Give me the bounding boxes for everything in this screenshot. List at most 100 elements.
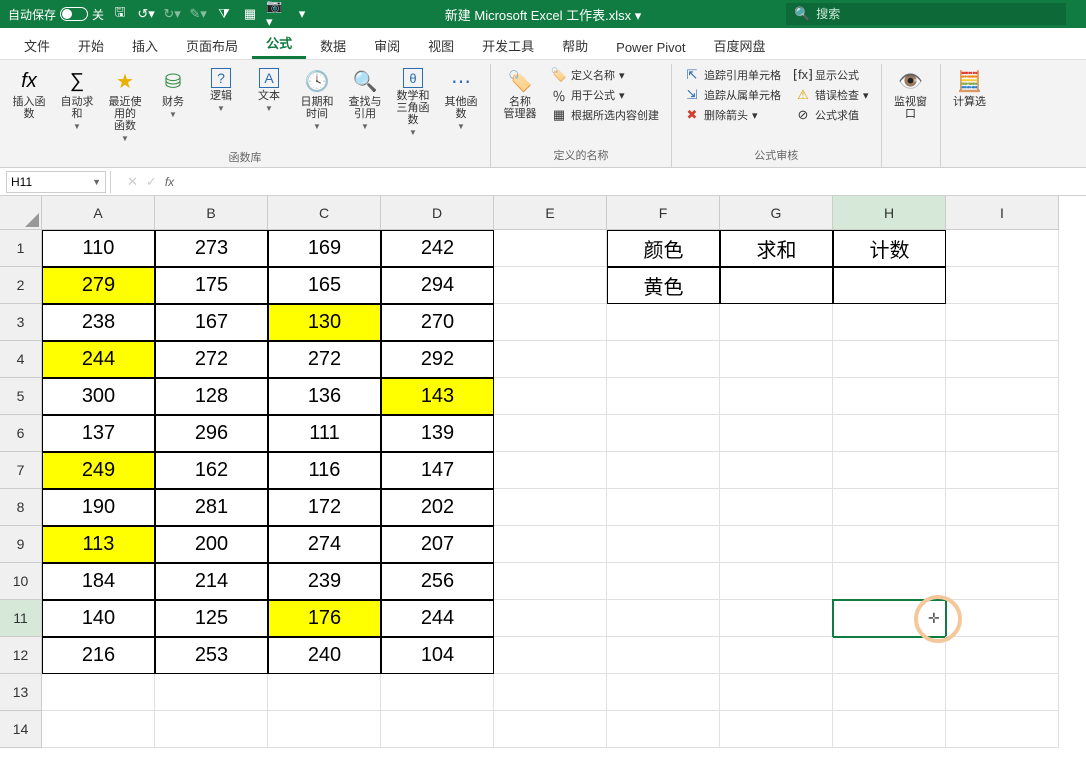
- cell-C6[interactable]: 111: [268, 415, 381, 452]
- cell-I14[interactable]: [946, 711, 1059, 748]
- row-header-5[interactable]: 5: [0, 378, 42, 415]
- cell-E13[interactable]: [494, 674, 607, 711]
- cell-F13[interactable]: [607, 674, 720, 711]
- row-header-2[interactable]: 2: [0, 267, 42, 304]
- cell-G14[interactable]: [720, 711, 833, 748]
- cell-C1[interactable]: 169: [268, 230, 381, 267]
- cell-F9[interactable]: [607, 526, 720, 563]
- cell-F7[interactable]: [607, 452, 720, 489]
- cell-E5[interactable]: [494, 378, 607, 415]
- cell-I4[interactable]: [946, 341, 1059, 378]
- cell-E12[interactable]: [494, 637, 607, 674]
- autosum-button[interactable]: ∑ 自动求和 ▼: [54, 64, 100, 135]
- lookup-button[interactable]: 🔍 查找与引用 ▼: [342, 64, 388, 135]
- cell-G6[interactable]: [720, 415, 833, 452]
- column-header-D[interactable]: D: [381, 196, 494, 230]
- name-box[interactable]: H11 ▼: [6, 171, 106, 193]
- cell-G9[interactable]: [720, 526, 833, 563]
- remove-arrows-button[interactable]: ✖删除箭头 ▾: [682, 106, 783, 124]
- cell-E11[interactable]: [494, 600, 607, 637]
- datetime-button[interactable]: 🕓 日期和时间 ▼: [294, 64, 340, 135]
- cell-H1[interactable]: 计数: [833, 230, 946, 267]
- cell-E2[interactable]: [494, 267, 607, 304]
- cell-G1[interactable]: 求和: [720, 230, 833, 267]
- cell-D14[interactable]: [381, 711, 494, 748]
- cell-D5[interactable]: 143: [381, 378, 494, 415]
- cell-G11[interactable]: [720, 600, 833, 637]
- cell-B2[interactable]: 175: [155, 267, 268, 304]
- search-input[interactable]: [816, 7, 1058, 21]
- trace-dependents-button[interactable]: ⇲追踪从属单元格: [682, 86, 783, 104]
- cell-A1[interactable]: 110: [42, 230, 155, 267]
- define-name-button[interactable]: 🏷️定义名称 ▾: [549, 66, 661, 84]
- accept-formula-icon[interactable]: ✓: [146, 174, 157, 190]
- cell-D1[interactable]: 242: [381, 230, 494, 267]
- cell-I1[interactable]: [946, 230, 1059, 267]
- cell-H7[interactable]: [833, 452, 946, 489]
- cell-F2[interactable]: 黄色: [607, 267, 720, 304]
- cell-E8[interactable]: [494, 489, 607, 526]
- cell-E6[interactable]: [494, 415, 607, 452]
- cell-D8[interactable]: 202: [381, 489, 494, 526]
- name-manager-button[interactable]: 🏷️ 名称 管理器: [497, 64, 543, 124]
- cell-F11[interactable]: [607, 600, 720, 637]
- column-header-A[interactable]: A: [42, 196, 155, 230]
- trace-precedents-button[interactable]: ⇱追踪引用单元格: [682, 66, 783, 84]
- column-header-B[interactable]: B: [155, 196, 268, 230]
- cancel-formula-icon[interactable]: ✕: [127, 174, 138, 190]
- cell-I11[interactable]: [946, 600, 1059, 637]
- recent-functions-button[interactable]: ★ 最近使用的 函数 ▼: [102, 64, 148, 147]
- select-all-corner[interactable]: [0, 196, 42, 230]
- tab-数据[interactable]: 数据: [306, 30, 360, 59]
- cell-B4[interactable]: 272: [155, 341, 268, 378]
- column-header-H[interactable]: H: [833, 196, 946, 230]
- tab-开始[interactable]: 开始: [64, 30, 118, 59]
- cell-F4[interactable]: [607, 341, 720, 378]
- cell-B12[interactable]: 253: [155, 637, 268, 674]
- row-header-13[interactable]: 13: [0, 674, 42, 711]
- cell-D7[interactable]: 147: [381, 452, 494, 489]
- cell-E10[interactable]: [494, 563, 607, 600]
- cell-B3[interactable]: 167: [155, 304, 268, 341]
- cell-C4[interactable]: 272: [268, 341, 381, 378]
- column-header-C[interactable]: C: [268, 196, 381, 230]
- cell-A5[interactable]: 300: [42, 378, 155, 415]
- cell-B10[interactable]: 214: [155, 563, 268, 600]
- cell-E4[interactable]: [494, 341, 607, 378]
- column-header-I[interactable]: I: [946, 196, 1059, 230]
- row-header-3[interactable]: 3: [0, 304, 42, 341]
- tab-百度网盘[interactable]: 百度网盘: [700, 30, 780, 59]
- cell-A3[interactable]: 238: [42, 304, 155, 341]
- tab-文件[interactable]: 文件: [10, 30, 64, 59]
- cell-I10[interactable]: [946, 563, 1059, 600]
- cell-I5[interactable]: [946, 378, 1059, 415]
- row-header-1[interactable]: 1: [0, 230, 42, 267]
- save-icon[interactable]: 🖫: [110, 4, 130, 24]
- row-header-4[interactable]: 4: [0, 341, 42, 378]
- cell-A10[interactable]: 184: [42, 563, 155, 600]
- watch-window-button[interactable]: 👁️ 监视窗口: [888, 64, 934, 124]
- cell-G8[interactable]: [720, 489, 833, 526]
- cell-A14[interactable]: [42, 711, 155, 748]
- cell-E9[interactable]: [494, 526, 607, 563]
- cell-I3[interactable]: [946, 304, 1059, 341]
- cell-D10[interactable]: 256: [381, 563, 494, 600]
- row-header-8[interactable]: 8: [0, 489, 42, 526]
- undo-icon[interactable]: ↺▾: [136, 4, 156, 24]
- tab-开发工具[interactable]: 开发工具: [468, 30, 548, 59]
- cell-H9[interactable]: [833, 526, 946, 563]
- cell-C10[interactable]: 239: [268, 563, 381, 600]
- cell-D2[interactable]: 294: [381, 267, 494, 304]
- cell-C3[interactable]: 130: [268, 304, 381, 341]
- cell-D11[interactable]: 244: [381, 600, 494, 637]
- other-functions-button[interactable]: ⋯ 其他函数 ▼: [438, 64, 484, 135]
- cell-G10[interactable]: [720, 563, 833, 600]
- cell-I8[interactable]: [946, 489, 1059, 526]
- column-header-G[interactable]: G: [720, 196, 833, 230]
- cell-H8[interactable]: [833, 489, 946, 526]
- formula-input[interactable]: [186, 171, 1086, 193]
- cell-B7[interactable]: 162: [155, 452, 268, 489]
- cell-C2[interactable]: 165: [268, 267, 381, 304]
- cell-G7[interactable]: [720, 452, 833, 489]
- tab-审阅[interactable]: 审阅: [360, 30, 414, 59]
